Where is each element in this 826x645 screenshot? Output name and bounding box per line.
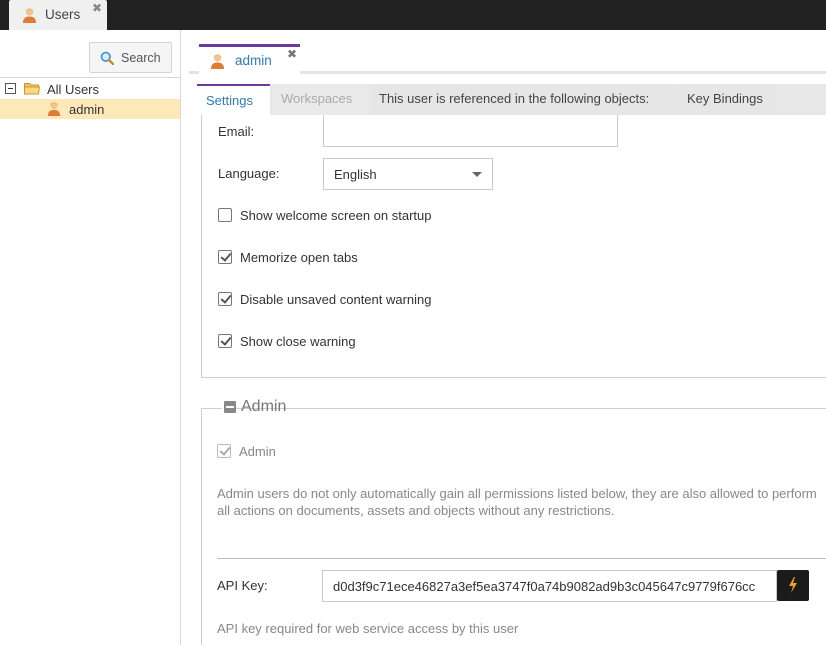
close-icon[interactable]: ✖ [287,47,297,61]
email-field[interactable] [323,115,618,147]
tab-key-bindings[interactable]: Key Bindings [678,84,778,115]
search-icon [100,51,115,68]
user-editor: admin ✖ Settings Workspaces This user is… [189,30,826,645]
users-sidebar: Search All Users admin [0,30,181,645]
tree-node-label: admin [69,102,105,117]
editor-tab-bar: admin ✖ [189,30,826,74]
language-select-value: English [334,167,377,182]
user-icon [22,7,37,26]
tree-node-all-users[interactable]: All Users [0,79,180,99]
tab-users-label: Users [45,7,81,22]
admin-fieldset-border [201,408,826,409]
search-button-label: Search [121,51,161,65]
lightning-icon [786,576,800,597]
tab-workspaces[interactable]: Workspaces [272,84,368,115]
tab-admin[interactable]: admin ✖ [199,44,300,74]
show-close-warning-checkbox[interactable] [218,334,232,348]
tab-settings[interactable]: Settings [197,84,270,115]
checkbox-label: Show welcome screen on startup [240,208,432,223]
tab-references[interactable]: This user is referenced in the following… [370,84,676,115]
folder-icon [24,82,41,98]
memorize-tabs-checkbox[interactable] [218,250,232,264]
api-key-help: API key required for web service access … [217,621,519,636]
checkbox-label: Memorize open tabs [240,250,358,265]
tree-node-admin[interactable]: admin [0,99,180,119]
chevron-down-icon [472,172,482,177]
user-icon [47,101,61,119]
settings-fieldset: Email: Language: English Show welcome sc… [201,115,826,378]
language-select[interactable]: English [323,158,493,190]
tree-node-label: All Users [47,82,100,97]
sidebar-toolbar: Search [0,30,180,78]
checkbox-label: Show close warning [240,334,356,349]
tab-users[interactable]: Users ✖ [9,0,107,30]
close-icon[interactable]: ✖ [92,1,102,15]
api-key-field[interactable]: d0d3f9c71ece46827a3ef5ea3747f0a74b9082ad… [322,570,777,602]
admin-legend-label: Admin [241,398,287,415]
generate-api-key-button[interactable] [777,570,809,601]
tab-admin-label: admin [235,53,272,68]
user-tree: All Users admin [0,79,180,119]
collapse-icon[interactable] [5,83,16,94]
checkbox-label: Admin [239,444,276,459]
checkbox-label: Disable unsaved content warning [240,292,432,307]
api-key-label: API Key: [217,578,268,593]
api-key-value: d0d3f9c71ece46827a3ef5ea3747f0a74b9082ad… [333,579,756,594]
admin-description: Admin users do not only automatically ga… [217,486,817,518]
top-tab-strip: Users ✖ [0,0,826,30]
user-icon [210,53,225,72]
admin-fieldset-legend[interactable]: Admin [222,398,286,420]
collapse-icon[interactable] [224,401,236,413]
divider [217,558,826,559]
settings-panel: Email: Language: English Show welcome sc… [201,115,826,645]
language-label: Language: [218,166,280,181]
disable-unsaved-warning-checkbox[interactable] [218,292,232,306]
email-label: Email: [218,124,255,139]
admin-fieldset-border-left [201,408,202,645]
show-welcome-checkbox[interactable] [218,208,232,222]
search-button[interactable]: Search [89,42,172,73]
settings-subtabs: Settings Workspaces This user is referen… [197,84,826,115]
admin-checkbox [217,444,231,458]
